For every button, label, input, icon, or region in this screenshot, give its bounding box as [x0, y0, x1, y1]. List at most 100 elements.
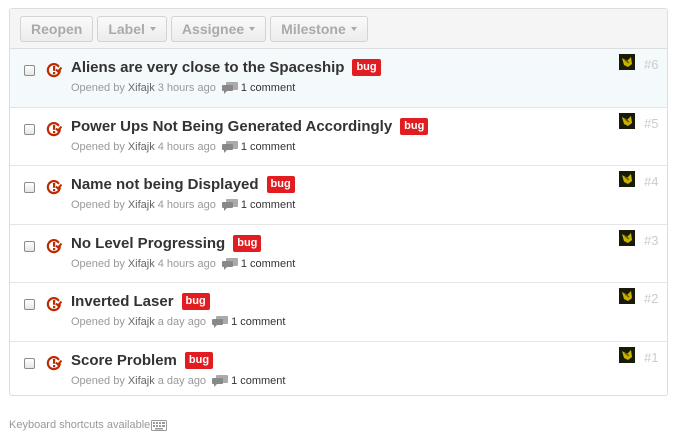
comment-count-link[interactable]: 1 comment	[241, 82, 295, 94]
issue-meta: Opened by Xifajk a day ago 1 comment	[71, 316, 285, 329]
comment-count-link[interactable]: 1 comment	[231, 375, 285, 387]
comment-icon	[221, 257, 238, 270]
milestone-dropdown-label: Milestone	[281, 20, 346, 37]
issue-closed-icon	[46, 297, 62, 312]
issue-time-ago: 4 hours ago	[157, 140, 216, 153]
issue-checkbox[interactable]	[24, 357, 35, 369]
issue-title-line: Score Problem bug	[71, 351, 214, 369]
issue-title-link[interactable]: Power Ups Not Being Generated Accordingl…	[71, 118, 392, 135]
comment-icon	[221, 82, 238, 94]
label-dropdown[interactable]: Label	[97, 15, 167, 42]
opened-by-text: Opened by	[71, 82, 125, 94]
opened-by-text: Opened by	[71, 140, 125, 153]
issue-time-ago: a day ago	[157, 316, 207, 329]
issue-author-link[interactable]: Xifajk	[128, 141, 155, 153]
keyboard-shortcuts-hint[interactable]: Keyboard shortcuts available	[9, 419, 168, 431]
issue-meta: Opened by Xifajk 3 hours ago 1 comment	[71, 82, 295, 94]
issue-title-line: Power Ups Not Being Generated Accordingl…	[71, 117, 429, 135]
opened-by-text: Opened by	[71, 199, 125, 212]
issue-row[interactable]: Score Problem bug Opened by Xifajk a day…	[10, 342, 667, 401]
issue-number: #6	[644, 57, 659, 72]
bug-label-badge[interactable]: bug	[352, 59, 381, 76]
issue-meta: Opened by Xifajk a day ago 1 comment	[71, 374, 285, 387]
issue-time-ago: 4 hours ago	[157, 257, 216, 270]
issue-number: #2	[644, 291, 659, 307]
bug-label-badge[interactable]: bug	[184, 351, 214, 369]
issue-title-link[interactable]: Score Problem	[71, 352, 177, 369]
issue-title-link[interactable]: No Level Progressing	[71, 235, 225, 252]
issue-row[interactable]: No Level Progressing bug Opened by Xifaj…	[10, 225, 667, 284]
issue-row[interactable]: Power Ups Not Being Generated Accordingl…	[10, 108, 667, 167]
issues-panel: Reopen Label Assignee Milestone Aliens a…	[9, 8, 668, 396]
caret-down-icon	[149, 27, 156, 31]
issue-checkbox[interactable]	[24, 182, 35, 194]
assignee-avatar[interactable]	[619, 346, 635, 363]
bug-label-badge[interactable]: bug	[181, 293, 210, 311]
issue-author-link[interactable]: Xifajk	[128, 258, 155, 270]
assignee-dropdown[interactable]: Assignee	[170, 15, 267, 42]
issue-number: #1	[644, 349, 659, 365]
issue-closed-icon	[46, 356, 62, 371]
keyboard-shortcuts-text: Keyboard shortcuts available	[9, 419, 151, 431]
issue-author-link[interactable]: Xifajk	[128, 316, 155, 328]
issue-author-link[interactable]: Xifajk	[128, 199, 155, 211]
bug-label-badge[interactable]: bug	[400, 117, 429, 135]
issue-meta: Opened by Xifajk 4 hours ago 1 comment	[71, 199, 295, 212]
label-dropdown-label: Label	[108, 20, 145, 37]
issue-row[interactable]: Inverted Laser bug Opened by Xifajk a da…	[10, 283, 667, 342]
reopen-button[interactable]: Reopen	[20, 15, 94, 42]
issue-title-link[interactable]: Inverted Laser	[71, 293, 174, 310]
bug-label-badge[interactable]: bug	[266, 176, 295, 194]
caret-down-icon	[350, 27, 357, 31]
comment-count-link[interactable]: 1 comment	[241, 199, 295, 211]
issue-title-link[interactable]: Aliens are very close to the Spaceship	[71, 59, 344, 76]
assignee-avatar[interactable]	[619, 54, 635, 70]
issues-toolbar: Reopen Label Assignee Milestone	[10, 9, 667, 49]
assignee-dropdown-label: Assignee	[181, 20, 245, 37]
assignee-avatar[interactable]	[619, 229, 635, 246]
comment-icon	[221, 199, 238, 212]
issue-title-line: Name not being Displayed bug	[71, 176, 295, 194]
reopen-label: Reopen	[31, 20, 83, 37]
comment-count-link[interactable]: 1 comment	[241, 141, 295, 153]
comment-icon	[221, 140, 238, 153]
issue-list: Aliens are very close to the Spaceship b…	[10, 49, 667, 401]
issue-number: #4	[644, 174, 659, 190]
milestone-dropdown[interactable]: Milestone	[270, 15, 368, 42]
issue-checkbox[interactable]	[24, 299, 35, 311]
issue-closed-icon	[46, 121, 62, 136]
bug-label-badge[interactable]: bug	[233, 234, 262, 252]
issue-author-link[interactable]: Xifajk	[128, 375, 155, 387]
issue-checkbox[interactable]	[24, 240, 35, 252]
assignee-avatar[interactable]	[619, 171, 635, 188]
issue-time-ago: a day ago	[157, 374, 207, 387]
issue-meta: Opened by Xifajk 4 hours ago 1 comment	[71, 140, 295, 153]
issue-time-ago: 4 hours ago	[157, 199, 216, 212]
opened-by-text: Opened by	[71, 316, 125, 329]
opened-by-text: Opened by	[71, 374, 125, 387]
issue-meta: Opened by Xifajk 4 hours ago 1 comment	[71, 257, 295, 270]
issue-title-line: No Level Progressing bug	[71, 234, 262, 252]
comment-icon	[212, 316, 229, 329]
issue-row[interactable]: Aliens are very close to the Spaceship b…	[10, 49, 667, 108]
comment-icon	[212, 374, 229, 387]
caret-down-icon	[249, 27, 256, 31]
issue-closed-icon	[46, 238, 62, 253]
issue-title-line: Inverted Laser bug	[71, 293, 210, 311]
issue-title-link[interactable]: Name not being Displayed	[71, 176, 259, 193]
assignee-avatar[interactable]	[619, 112, 635, 129]
comment-count-link[interactable]: 1 comment	[241, 258, 295, 270]
issue-time-ago: 3 hours ago	[157, 82, 216, 94]
issue-row[interactable]: Name not being Displayed bug Opened by X…	[10, 166, 667, 225]
issue-number: #5	[644, 115, 659, 131]
issue-checkbox[interactable]	[24, 123, 35, 135]
issue-number: #3	[644, 232, 659, 248]
issue-checkbox[interactable]	[24, 65, 35, 76]
assignee-avatar[interactable]	[619, 288, 635, 305]
issue-closed-icon	[46, 63, 62, 78]
opened-by-text: Opened by	[71, 257, 125, 270]
comment-count-link[interactable]: 1 comment	[231, 316, 285, 328]
issue-closed-icon	[46, 180, 62, 195]
keyboard-icon	[151, 419, 168, 431]
issue-author-link[interactable]: Xifajk	[128, 82, 155, 94]
